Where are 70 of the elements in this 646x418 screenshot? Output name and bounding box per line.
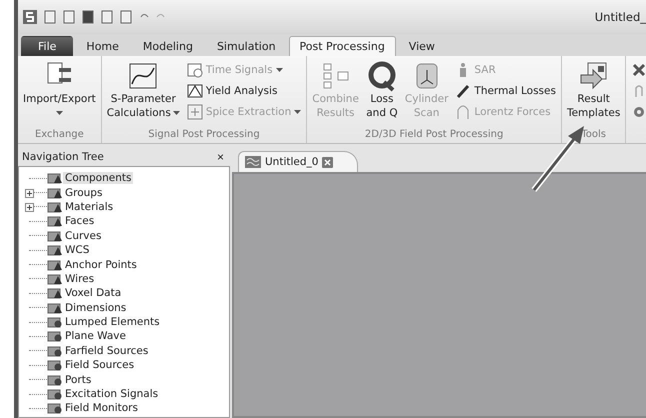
file-tab[interactable]: File: [21, 36, 74, 56]
tree-item[interactable]: Field Monitors: [63, 402, 140, 414]
warning-folder-icon: [47, 200, 63, 213]
new-file-icon[interactable]: [43, 10, 57, 24]
tree-item[interactable]: Dimensions: [63, 302, 128, 314]
q-letter-icon: [366, 60, 398, 92]
ribbon-tab[interactable]: View: [398, 36, 446, 56]
group-label: Tools: [580, 128, 607, 142]
tree-item[interactable]: Plane Wave: [63, 330, 128, 342]
ribbon-button[interactable]: Thermal Losses: [453, 81, 558, 101]
warning-folder-icon: [47, 230, 63, 242]
caret-icon: [276, 68, 283, 72]
gear-folder-icon: [47, 359, 63, 372]
ribbon-button[interactable]: S-Parameter Calculations: [104, 58, 182, 126]
warning-folder-icon: [47, 186, 63, 199]
thermal-icon: [455, 83, 472, 99]
ribbon-tab[interactable]: Home: [75, 36, 130, 56]
tree-item[interactable]: Components: [63, 172, 134, 184]
gear-folder-icon: [47, 374, 63, 386]
caret-icon: [294, 110, 302, 114]
warning-folder-icon: [47, 258, 63, 271]
caret-icon: [56, 111, 63, 115]
tree-item[interactable]: Farfield Sources: [63, 344, 150, 357]
warning-folder-icon: [47, 287, 63, 300]
warning-folder-icon: [47, 302, 63, 314]
gear-folder-icon: [47, 316, 63, 328]
tree-item[interactable]: Anchor Points: [63, 258, 139, 271]
ribbon-tab[interactable]: Post Processing: [288, 36, 396, 56]
spice-icon: [186, 104, 203, 120]
tree-item[interactable]: Groups: [63, 186, 104, 199]
warning-folder-icon: [47, 244, 63, 256]
panel-title: Navigation Tree: [22, 151, 104, 163]
tree-item[interactable]: Faces: [63, 215, 96, 228]
group-label: 2D/3D Field Post Processing: [364, 128, 504, 142]
group-label: Signal Post Processing: [147, 128, 261, 142]
close-icon[interactable]: [322, 156, 334, 168]
gear-folder-icon: [47, 402, 63, 414]
gear-folder-icon: [47, 344, 63, 357]
expand-icon[interactable]: [25, 188, 34, 198]
warning-folder-icon: [47, 215, 63, 228]
ribbon-button[interactable]: Loss and Q: [364, 58, 400, 126]
tree-item[interactable]: Materials: [63, 200, 116, 213]
gear-folder-icon: [47, 388, 63, 400]
warning-folder-icon: [47, 172, 63, 184]
yield-icon: [186, 83, 203, 99]
ribbon-button[interactable]: Result Templates: [564, 58, 622, 126]
group-label: Exchange: [34, 128, 85, 142]
ribbon-button[interactable]: Yield Analysis: [184, 81, 304, 101]
ribbon-button[interactable]: Import/Export: [21, 58, 98, 126]
cross-icon: [631, 62, 646, 78]
tree-item[interactable]: Voxel Data: [63, 287, 124, 300]
tree-item[interactable]: Lumped Elements: [63, 316, 162, 328]
wave-icon: [245, 156, 261, 168]
caret-icon: [172, 111, 180, 115]
expand-icon[interactable]: [25, 202, 34, 212]
document-tab[interactable]: Untitled_0: [238, 151, 358, 172]
window-title: Untitled_: [594, 10, 646, 24]
close-button[interactable]: ×: [214, 150, 226, 164]
time-icon: [186, 62, 203, 78]
ribbon-tab[interactable]: Modeling: [132, 36, 204, 56]
ribbon-tab[interactable]: Simulation: [206, 36, 287, 56]
app-logo-icon: [22, 9, 38, 25]
tree-item[interactable]: WCS: [63, 244, 92, 256]
warning-folder-icon: [47, 272, 63, 285]
gear-folder-icon: [47, 330, 63, 342]
tree-item[interactable]: Excitation Signals: [63, 388, 160, 400]
tree-item[interactable]: Ports: [63, 374, 94, 386]
tree-item[interactable]: Wires: [63, 272, 96, 285]
tree-item[interactable]: Field Sources: [63, 359, 136, 372]
tree-item[interactable]: Curves: [63, 230, 104, 242]
